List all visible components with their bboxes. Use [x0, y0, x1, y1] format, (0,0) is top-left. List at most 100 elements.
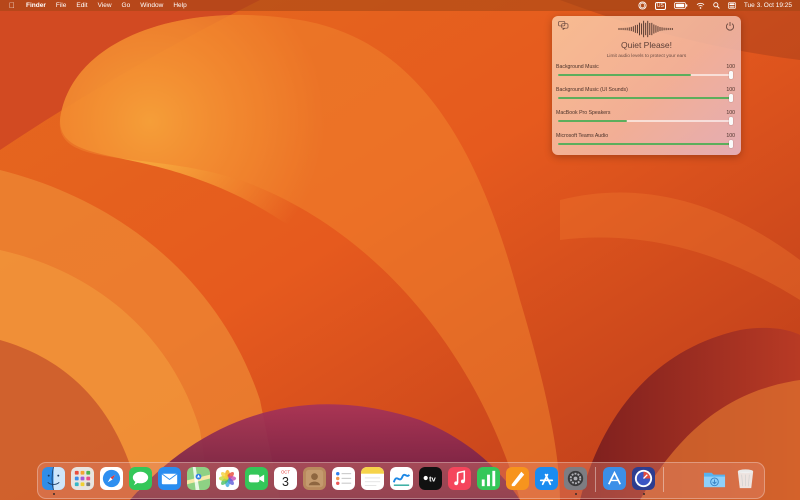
- dock-calendar[interactable]: OCT 3: [274, 467, 297, 490]
- dock-separator: [595, 467, 596, 492]
- wave-bar: [634, 25, 636, 33]
- volume-slider[interactable]: [558, 71, 733, 79]
- wave-bar: [622, 27, 624, 31]
- slider-thumb[interactable]: [729, 71, 733, 79]
- reminders-icon: [332, 467, 355, 490]
- dock-launchpad[interactable]: [71, 467, 94, 490]
- dock-facetime[interactable]: [245, 467, 268, 490]
- quiet-please-icon[interactable]: [638, 1, 647, 10]
- finder-icon: [42, 467, 65, 490]
- slider-value: 100: [726, 110, 735, 116]
- wave-bar: [665, 27, 667, 31]
- slider-thumb[interactable]: [729, 117, 733, 125]
- apple-icon[interactable]: : [0, 0, 21, 11]
- system-settings-icon: [564, 467, 587, 490]
- dock-pages[interactable]: [506, 467, 529, 490]
- volume-slider[interactable]: [558, 140, 733, 148]
- menu-go[interactable]: Go: [117, 0, 136, 11]
- dock-maps[interactable]: [187, 467, 210, 490]
- dock-notes[interactable]: [361, 467, 384, 490]
- dock-mail[interactable]: [158, 467, 181, 490]
- dock-freeform[interactable]: [390, 467, 413, 490]
- wave-bar: [667, 27, 669, 31]
- menu-edit[interactable]: Edit: [71, 0, 92, 11]
- dock-finder[interactable]: [42, 467, 65, 490]
- wave-bar: [636, 24, 638, 34]
- dock-trash[interactable]: [734, 467, 757, 490]
- dock-numbers[interactable]: [477, 467, 500, 490]
- dock-tv[interactable]: tv: [419, 467, 442, 490]
- dock-app-store[interactable]: [535, 467, 558, 490]
- volume-slider[interactable]: [558, 94, 733, 102]
- spotlight-search-icon[interactable]: [713, 2, 720, 9]
- numbers-icon: [477, 467, 500, 490]
- slider-value: 100: [726, 133, 735, 139]
- dock-separator: [663, 467, 664, 492]
- control-center-icon[interactable]: [727, 2, 736, 9]
- slider-label: Microsoft Teams Audio: [556, 133, 609, 139]
- battery-icon[interactable]: [673, 2, 688, 9]
- wave-bar: [639, 22, 640, 36]
- menu-file[interactable]: File: [51, 0, 71, 11]
- menu-window[interactable]: Window: [135, 0, 168, 11]
- wave-bar: [618, 27, 620, 31]
- wave-bar: [626, 27, 628, 31]
- slider-label: Background Music (UI Sounds): [556, 87, 628, 93]
- wave-bar: [628, 27, 630, 31]
- dock-music[interactable]: [448, 467, 471, 490]
- slider-fill: [558, 143, 731, 145]
- app-store-icon: [535, 467, 558, 490]
- running-indicator: [53, 493, 55, 495]
- dock-downloads[interactable]: [703, 467, 726, 490]
- dock-messages[interactable]: [129, 467, 152, 490]
- wave-bar: [632, 26, 634, 32]
- status-area: US Tue 3. Oct 19:25: [630, 0, 792, 11]
- input-source-badge[interactable]: US: [654, 1, 666, 10]
- menu-help[interactable]: Help: [168, 0, 191, 11]
- wave-bar: [657, 26, 659, 32]
- menu-clock[interactable]: Tue 3. Oct 19:25: [744, 0, 792, 11]
- pages-icon: [506, 467, 529, 490]
- volume-row-background-music: Background Music 100: [556, 64, 737, 84]
- dock-xcode-instruments[interactable]: [603, 467, 626, 490]
- wave-bar: [661, 27, 663, 31]
- calendar-day: 3: [282, 475, 289, 489]
- menu-bar:  Finder File Edit View Go Window Help U…: [0, 0, 800, 11]
- quiet-please-popover: Quiet Please! Limit audio levels to prot…: [552, 16, 741, 155]
- menu-view[interactable]: View: [93, 0, 117, 11]
- wave-bar: [624, 27, 626, 31]
- wave-bar: [647, 20, 649, 38]
- slider-thumb[interactable]: [729, 94, 733, 102]
- dock-safari[interactable]: [100, 467, 123, 490]
- mail-icon: [158, 467, 181, 490]
- slider-thumb[interactable]: [729, 140, 733, 148]
- slider-fill: [558, 97, 731, 99]
- dock-reminders[interactable]: [332, 467, 355, 490]
- chat-bubbles-icon[interactable]: [558, 21, 569, 30]
- menu-app-name[interactable]: Finder: [21, 0, 51, 11]
- wave-bar: [663, 27, 665, 31]
- wave-bar: [641, 23, 643, 35]
- safari-icon: [100, 467, 123, 490]
- dock-photos[interactable]: [216, 467, 239, 490]
- downloads-folder-icon: [703, 472, 726, 488]
- wave-bar: [649, 22, 651, 36]
- popover-title: Quiet Please!: [620, 40, 673, 50]
- volume-row-background-music-ui-sounds: Background Music (UI Sounds) 100: [556, 87, 737, 107]
- wave-bar: [645, 22, 647, 36]
- slider-label: Background Music: [556, 64, 599, 70]
- dock-system-settings[interactable]: [564, 467, 587, 490]
- sound-wave-logo: [618, 20, 673, 38]
- music-icon: [448, 467, 471, 490]
- wifi-icon[interactable]: [696, 2, 705, 9]
- power-icon[interactable]: [725, 21, 735, 31]
- dock-contacts[interactable]: [303, 467, 326, 490]
- quiet-please-app-icon: [632, 467, 655, 490]
- wave-bar: [630, 26, 632, 32]
- slider-fill: [558, 120, 628, 122]
- trash-icon: [737, 469, 754, 489]
- tv-label: tv: [429, 474, 437, 483]
- messages-icon: [129, 467, 152, 490]
- dock-quiet-please[interactable]: [632, 467, 655, 490]
- volume-slider[interactable]: [558, 117, 733, 125]
